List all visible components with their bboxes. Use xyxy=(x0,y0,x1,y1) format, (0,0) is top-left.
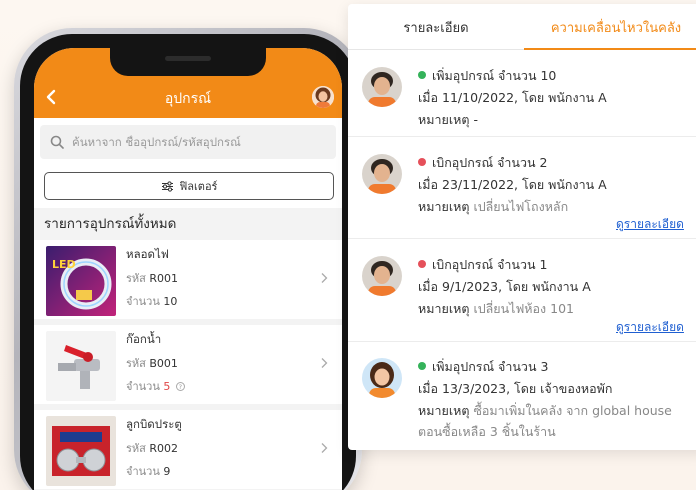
tab-details[interactable]: รายละเอียด xyxy=(348,4,524,50)
entry-time: เมื่อ 23/11/2022, โดย พนักงาน A xyxy=(418,177,607,192)
movement-entry: เพิ่มอุปกรณ์ จำนวน 10 เมื่อ 11/10/2022, … xyxy=(348,51,696,137)
phone-screen: อุปกรณ์ ค้นหาจาก ชื่ออุปกรณ์/รหัสอุปกรณ์… xyxy=(34,48,342,490)
entry-time: เมื่อ 9/1/2023, โดย พนักงาน A xyxy=(418,279,591,294)
filter-label: ฟิลเตอร์ xyxy=(179,180,218,193)
chevron-right-icon xyxy=(321,273,328,283)
chevron-right-icon xyxy=(321,443,328,453)
search-icon xyxy=(50,135,64,149)
item-code: รหัส R001 xyxy=(126,272,179,285)
page-title: อุปกรณ์ xyxy=(164,91,212,107)
status-dot xyxy=(418,362,426,370)
entry-note-continued: ตอนซื้อเหลือ 3 ชิ้นในร้าน xyxy=(418,424,556,439)
item-name: หลอดไฟ xyxy=(126,247,169,261)
sliders-icon xyxy=(161,180,173,192)
man-avatar-icon xyxy=(362,67,402,107)
filter-button[interactable]: ฟิลเตอร์ xyxy=(44,172,334,200)
movement-entry: เพิ่มอุปกรณ์ จำนวน 3 เมื่อ 13/3/2023, โด… xyxy=(348,342,696,450)
phone-bezel: อุปกรณ์ ค้นหาจาก ชื่ออุปกรณ์/รหัสอุปกรณ์… xyxy=(20,34,356,490)
info-icon[interactable]: ? xyxy=(175,382,185,391)
item-qty: จำนวน 9 xyxy=(126,465,171,478)
list-item[interactable]: LED หลอดไฟ รหัส R001 จำนวน 10 xyxy=(34,240,342,325)
entry-note: หมายเหตุ ซื้อมาเพิ่มในคลัง จาก global ho… xyxy=(418,403,672,418)
entry-action: เพิ่มอุปกรณ์ จำนวน 10 xyxy=(418,66,556,86)
man-avatar-icon xyxy=(362,256,402,296)
search-bar xyxy=(40,125,336,159)
item-thumbnail: LED xyxy=(46,246,116,316)
woman-avatar-icon xyxy=(362,358,402,398)
status-dot xyxy=(418,158,426,166)
item-qty: จำนวน 5 ? xyxy=(126,377,185,395)
entry-action: เบิกอุปกรณ์ จำนวน 2 xyxy=(418,153,547,173)
entry-note: หมายเหตุ เปลี่ยนไฟโถงหลัก xyxy=(418,199,569,214)
item-qty: จำนวน 10 xyxy=(126,295,178,308)
entry-time: เมื่อ 13/3/2023, โดย เจ้าของหอพัก xyxy=(418,381,613,396)
status-dot xyxy=(418,71,426,79)
view-details-link[interactable]: ดูรายละเอียด xyxy=(616,215,684,234)
list-item[interactable]: ก๊อกน้ำ รหัส B001 จำนวน 5 ? xyxy=(34,325,342,410)
entry-note: หมายเหตุ - xyxy=(418,112,478,127)
led-ring-bulb-icon: LED xyxy=(46,246,116,316)
list-item[interactable]: ลูกบิดประตู รหัส R002 จำนวน 9 xyxy=(34,410,342,490)
phone-mockup: อุปกรณ์ ค้นหาจาก ชื่ออุปกรณ์/รหัสอุปกรณ์… xyxy=(14,28,362,490)
entry-note: หมายเหตุ เปลี่ยนไฟห้อง 101 xyxy=(418,301,574,316)
staff-avatar xyxy=(362,67,402,107)
search-input[interactable] xyxy=(72,135,332,149)
faucet-icon xyxy=(46,331,116,401)
owner-avatar xyxy=(362,358,402,398)
movement-entry: เบิกอุปกรณ์ จำนวน 1 เมื่อ 9/1/2023, โดย … xyxy=(348,239,696,342)
chevron-right-icon xyxy=(321,358,328,368)
staff-avatar xyxy=(362,154,402,194)
user-avatar[interactable] xyxy=(312,86,334,108)
item-thumbnail xyxy=(46,331,116,401)
movement-panel: รายละเอียด ความเคลื่อนไหวในคลัง เพิ่มอุป… xyxy=(348,4,696,450)
woman-avatar-icon xyxy=(312,86,334,108)
tab-stock-movement[interactable]: ความเคลื่อนไหวในคลัง xyxy=(524,4,696,50)
phone-notch xyxy=(110,48,266,76)
item-thumbnail xyxy=(46,416,116,486)
entry-action: เบิกอุปกรณ์ จำนวน 1 xyxy=(418,255,547,275)
man-avatar-icon xyxy=(362,154,402,194)
section-title: รายการอุปกรณ์ทั้งหมด xyxy=(34,208,342,240)
tab-bar: รายละเอียด ความเคลื่อนไหวในคลัง xyxy=(348,4,696,50)
item-code: รหัส R002 xyxy=(126,442,179,455)
entry-time: เมื่อ 11/10/2022, โดย พนักงาน A xyxy=(418,90,607,105)
view-details-link[interactable]: ดูรายละเอียด xyxy=(616,318,684,337)
svg-text:LED: LED xyxy=(52,258,76,271)
item-code: รหัส B001 xyxy=(126,357,178,370)
speaker-icon xyxy=(165,56,211,61)
entry-action: เพิ่มอุปกรณ์ จำนวน 3 xyxy=(418,357,548,377)
item-name: ลูกบิดประตู xyxy=(126,417,182,431)
status-dot xyxy=(418,260,426,268)
staff-avatar xyxy=(362,256,402,296)
door-knob-icon xyxy=(46,416,116,486)
item-name: ก๊อกน้ำ xyxy=(126,332,162,346)
movement-entry: เบิกอุปกรณ์ จำนวน 2 เมื่อ 23/11/2022, โด… xyxy=(348,137,696,239)
